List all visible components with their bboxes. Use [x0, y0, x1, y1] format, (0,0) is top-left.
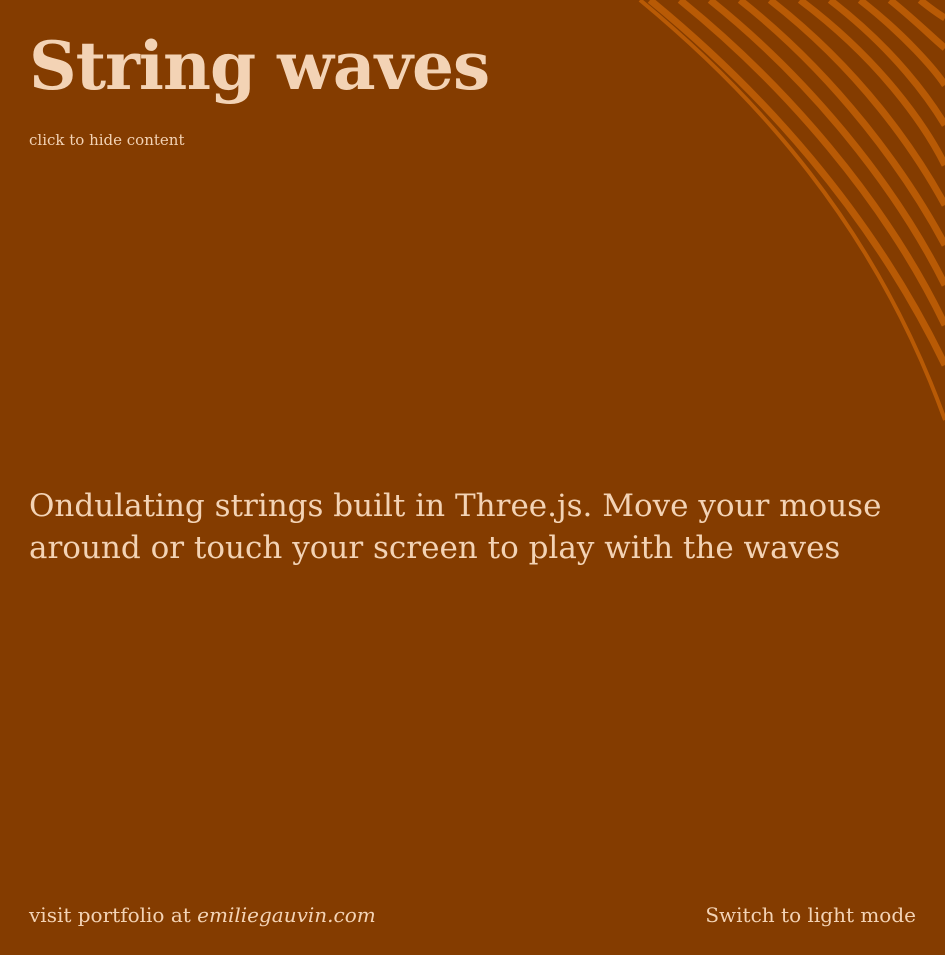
description-text: Ondulating strings built in Three.js. Mo… [29, 488, 882, 566]
wave-string [767, 0, 945, 207]
light-mode-toggle[interactable]: Switch to light mode [705, 902, 916, 928]
portfolio-prefix: visit portfolio at [29, 903, 191, 927]
portfolio-credit: visit portfolio at emiliegauvin.com [29, 902, 376, 928]
hide-content-toggle[interactable]: click to hide content [29, 131, 184, 149]
page-title: String waves [29, 27, 490, 105]
portfolio-link[interactable]: emiliegauvin.com [197, 903, 376, 927]
wave-string [887, 0, 945, 51]
wave-string [917, 0, 945, 22]
